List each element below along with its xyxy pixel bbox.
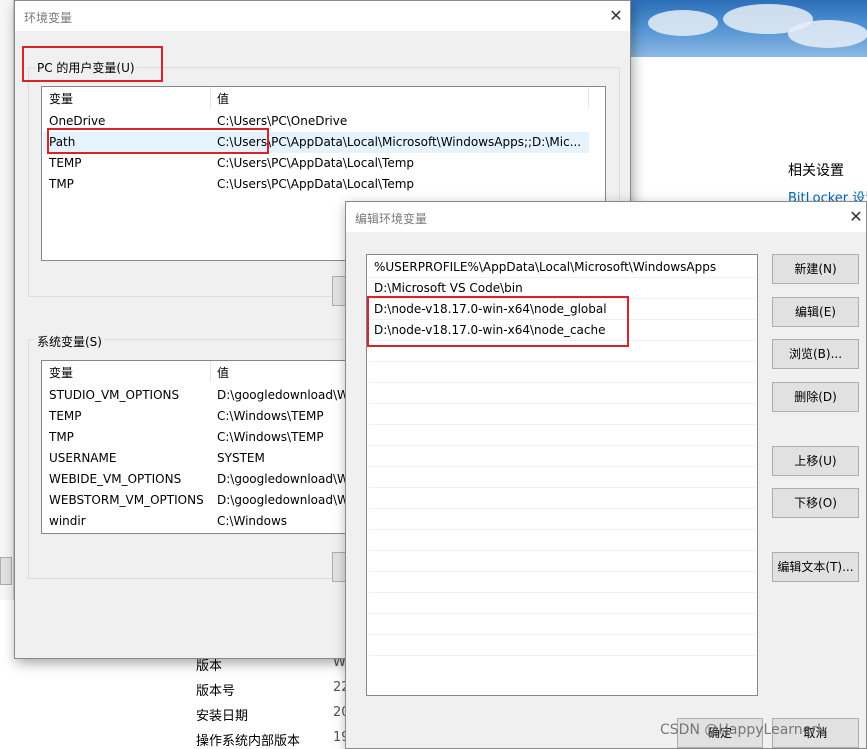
column-header-value[interactable]: 值 <box>217 90 229 107</box>
close-icon[interactable]: ✕ <box>846 207 866 227</box>
var-name: TEMP <box>49 409 82 423</box>
system-var-row[interactable]: WEBIDE_VM_OPTIONS D:\googledownload\W <box>43 469 360 490</box>
empty-entry[interactable] <box>369 425 755 446</box>
var-value: C:\Users\PC\AppData\Local\Temp <box>217 177 415 191</box>
list-header: 变量 值 <box>42 361 360 382</box>
var-value: D:\googledownload\W <box>217 493 349 507</box>
empty-entry[interactable] <box>369 446 755 467</box>
edit-environment-variable-dialog: 编辑环境变量 ✕ %USERPROFILE%\AppData\Local\Mic… <box>345 201 867 749</box>
edit-text-button[interactable]: 编辑文本(T)... <box>772 552 859 582</box>
system-var-row[interactable]: windir C:\Windows <box>43 511 360 532</box>
system-var-row[interactable]: USERNAME SYSTEM <box>43 448 360 469</box>
delete-button[interactable]: 删除(D) <box>772 382 859 412</box>
var-value: SYSTEM <box>217 451 265 465</box>
var-name: TMP <box>49 177 74 191</box>
empty-entry[interactable] <box>369 572 755 593</box>
column-header-value[interactable]: 值 <box>217 364 229 381</box>
highlight-path-row <box>47 128 269 154</box>
path-entry[interactable]: %USERPROFILE%\AppData\Local\Microsoft\Wi… <box>369 257 755 278</box>
background-window-button[interactable] <box>0 557 12 585</box>
var-value: D:\googledownload\W <box>217 472 349 486</box>
list-header: 变量 值 <box>42 87 605 108</box>
env-dialog-title: 环境变量 <box>24 11 73 25</box>
edit-dialog-title: 编辑环境变量 <box>355 212 428 226</box>
highlight-user-variables-label <box>22 46 163 82</box>
var-value: C:\Users\PC\OneDrive <box>217 114 348 128</box>
move-down-button[interactable]: 下移(O) <box>772 488 859 518</box>
var-name: OneDrive <box>49 114 106 128</box>
system-var-row[interactable]: TMP C:\Windows\TEMP <box>43 427 360 448</box>
empty-entry[interactable] <box>369 362 755 383</box>
related-settings-heading: 相关设置 <box>788 163 844 179</box>
spec-version-label: 版本号 <box>196 684 236 699</box>
move-up-button[interactable]: 上移(U) <box>772 446 859 476</box>
var-name: WEBSTORM_VM_OPTIONS <box>49 493 204 507</box>
system-var-row[interactable]: STUDIO_VM_OPTIONS D:\googledownload\W <box>43 385 360 406</box>
empty-entry[interactable] <box>369 488 755 509</box>
var-name: TMP <box>49 430 74 444</box>
user-var-row[interactable]: TMP C:\Users\PC\AppData\Local\Temp <box>43 174 589 195</box>
empty-entry[interactable] <box>369 383 755 404</box>
empty-entry[interactable] <box>369 635 755 656</box>
edit-button[interactable]: 编辑(E) <box>772 297 859 327</box>
column-header-name[interactable]: 变量 <box>49 90 73 107</box>
empty-entry[interactable] <box>369 593 755 614</box>
var-value: C:\Windows\TEMP <box>217 430 324 444</box>
system-variables-list[interactable]: 变量 值 STUDIO_VM_OPTIONS D:\googledownload… <box>41 360 361 534</box>
path-entry-text: D:\Microsoft VS Code\bin <box>374 281 523 295</box>
browse-button[interactable]: 浏览(B)... <box>772 339 859 369</box>
empty-entry[interactable] <box>369 404 755 425</box>
var-value: C:\Users\PC\AppData\Local\Temp <box>217 156 415 170</box>
var-name: windir <box>49 514 86 528</box>
var-value: C:\Windows\TEMP <box>217 409 324 423</box>
empty-entry[interactable] <box>369 530 755 551</box>
edit-dialog-titlebar: 编辑环境变量 ✕ <box>346 202 866 232</box>
close-icon[interactable]: ✕ <box>606 6 626 26</box>
empty-entry[interactable] <box>369 509 755 530</box>
new-button[interactable]: 新建(N) <box>772 254 859 284</box>
var-value: C:\Users\PC\AppData\Local\Microsoft\Wind… <box>217 135 582 149</box>
env-dialog-titlebar: 环境变量 ✕ <box>15 1 630 31</box>
system-var-row[interactable]: TEMP C:\Windows\TEMP <box>43 406 360 427</box>
empty-entry[interactable] <box>369 614 755 635</box>
highlight-node-entries <box>367 296 629 347</box>
background-window-edge <box>0 0 14 600</box>
var-name: WEBIDE_VM_OPTIONS <box>49 472 182 486</box>
var-name: USERNAME <box>49 451 117 465</box>
var-value: D:\googledownload\W <box>217 388 349 402</box>
spec-os-build-label: 操作系统内部版本 <box>196 734 301 749</box>
system-variables-label: 系统变量(S) <box>35 333 104 350</box>
user-var-row[interactable]: TEMP C:\Users\PC\AppData\Local\Temp <box>43 153 589 174</box>
empty-entry[interactable] <box>369 551 755 572</box>
empty-entry[interactable] <box>369 467 755 488</box>
spec-install-date-label: 安装日期 <box>196 709 249 724</box>
var-value: C:\Windows <box>217 514 288 528</box>
system-var-row[interactable]: WEBSTORM_VM_OPTIONS D:\googledownload\W <box>43 490 360 511</box>
column-header-name[interactable]: 变量 <box>49 364 73 381</box>
path-entry-text: %USERPROFILE%\AppData\Local\Microsoft\Wi… <box>374 260 717 274</box>
wallpaper-preview <box>628 0 867 57</box>
watermark: CSDN @HappyLearnerL <box>660 722 825 738</box>
var-name: STUDIO_VM_OPTIONS <box>49 388 180 402</box>
var-name: TEMP <box>49 156 82 170</box>
